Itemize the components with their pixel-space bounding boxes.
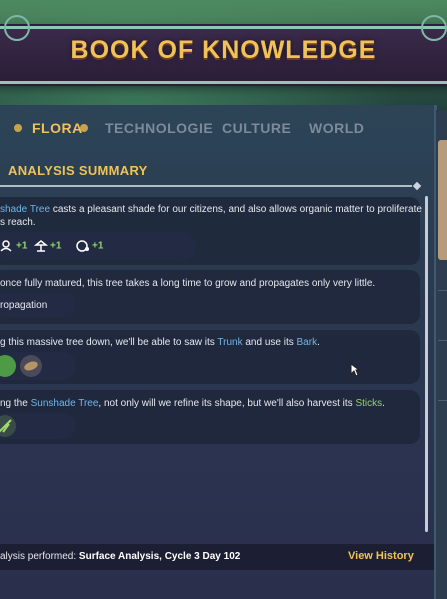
citizen-icon (0, 240, 12, 252)
propagation-label: ropagation (0, 300, 48, 311)
page-title: BOOK OF KNOWLEDGE (70, 36, 377, 64)
side-divider (438, 400, 447, 401)
tab-marker-right-icon (80, 124, 88, 132)
stat-shade: +1 (34, 240, 61, 252)
resource-sticks[interactable]: Sticks (355, 398, 382, 409)
bark-resource-icon[interactable] (20, 355, 42, 377)
card-text: once fully matured, this tree takes a lo… (0, 278, 376, 289)
card-text: ng the Sunshade Tree, not only will we r… (0, 398, 385, 409)
resource-bark[interactable]: Bark (297, 337, 318, 348)
organic-matter-icon (76, 240, 89, 252)
card-text: shade Tree casts a pleasant shade for ou… (0, 204, 422, 215)
side-panel-tab[interactable] (438, 140, 447, 260)
section-divider (0, 185, 412, 187)
resource-trunk[interactable]: Trunk (217, 337, 242, 348)
scrollbar[interactable] (425, 196, 428, 532)
side-divider (438, 340, 447, 341)
side-divider (438, 290, 447, 291)
stat-organic: +1 (76, 240, 103, 252)
plant-name-link[interactable]: shade Tree (0, 204, 50, 215)
category-tabs: FLORA TECHNOLOGIE CULTURE WORLD (0, 112, 440, 148)
card-text: s reach. (0, 217, 36, 228)
mouse-cursor-icon (350, 363, 360, 377)
tab-technologie[interactable]: TECHNOLOGIE (105, 120, 213, 136)
analysis-status: alysis performed: Surface Analysis, Cycl… (0, 551, 241, 562)
sticks-resource-icon[interactable] (0, 415, 16, 437)
analysis-value: Surface Analysis, Cycle 3 Day 102 (78, 551, 241, 562)
tab-culture[interactable]: CULTURE (222, 120, 291, 136)
stat-citizens: +1 (0, 240, 27, 252)
plant-name-link[interactable]: Sunshade Tree (31, 398, 99, 409)
card-text: g this massive tree down, we'll be able … (0, 337, 320, 348)
tab-world[interactable]: WORLD (309, 120, 364, 136)
tab-marker-left-icon (14, 124, 22, 132)
tree-icon (34, 240, 48, 252)
section-title: ANALYSIS SUMMARY (8, 163, 148, 178)
tab-flora[interactable]: FLORA (32, 120, 83, 136)
view-history-button[interactable]: View History (348, 550, 414, 562)
